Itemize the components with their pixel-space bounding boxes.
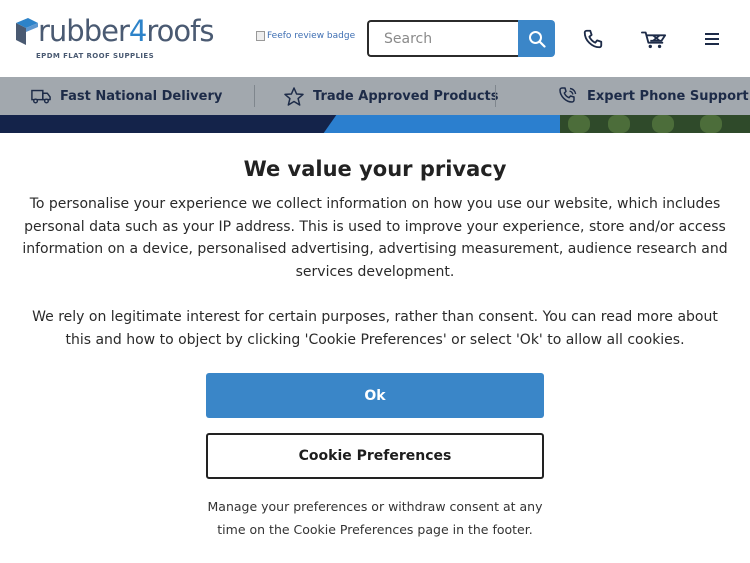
search-icon <box>528 30 546 48</box>
logo-name-part3: roofs <box>146 14 214 48</box>
usp-item-delivery: Fast National Delivery <box>31 77 222 115</box>
hero-blue-shape <box>323 115 597 133</box>
usp-label-support: Expert Phone Support <box>587 88 749 104</box>
hero-foliage-leaf <box>568 115 590 133</box>
menu-button[interactable] <box>700 27 724 51</box>
logo-name-part2: 4 <box>128 14 147 48</box>
logo-name-part1: rubber <box>38 14 130 48</box>
search-button[interactable] <box>518 20 555 57</box>
logo-box-icon <box>16 18 38 45</box>
site-logo[interactable]: rubber4roofs EPDM FLAT ROOF SUPPLIES <box>14 14 234 66</box>
logo-wordmark: rubber4roofs <box>38 14 214 48</box>
hero-foliage-leaf <box>700 115 722 133</box>
cart-button[interactable] <box>640 27 668 51</box>
feefo-badge-alt-text: Feefo review badge <box>267 31 356 41</box>
phone-icon <box>583 29 603 49</box>
broken-image-icon <box>256 31 265 41</box>
site-header: rubber4roofs EPDM FLAT ROOF SUPPLIES Fee… <box>0 0 750 77</box>
cookie-dialog-footer-note: Manage your preferences or withdraw cons… <box>207 499 543 537</box>
cookie-preferences-button[interactable]: Cookie Preferences <box>206 433 544 479</box>
search-input[interactable] <box>369 22 519 55</box>
cookie-dialog-title: We value your privacy <box>243 157 507 181</box>
cookie-dialog-paragraph-2: We rely on legitimate interest for certa… <box>32 309 718 348</box>
usp-label-delivery: Fast National Delivery <box>60 88 223 104</box>
cookie-ok-button[interactable]: Ok <box>206 373 544 418</box>
phone-support-icon <box>559 87 577 103</box>
star-icon <box>284 86 304 106</box>
usp-label-trade: Trade Approved Products <box>313 88 499 104</box>
usp-item-support: Expert Phone Support <box>558 77 749 115</box>
cookie-consent-dialog: We value your privacy To personalise you… <box>0 133 750 563</box>
hero-foliage <box>560 115 750 133</box>
search-box <box>367 20 519 57</box>
cart-icon <box>641 31 667 49</box>
cookie-dialog-paragraph-1: To personalise your experience we collec… <box>22 196 728 280</box>
usp-item-trade: Trade Approved Products <box>284 77 499 115</box>
delivery-truck-icon <box>31 89 51 104</box>
hero-banner-image <box>0 115 750 133</box>
menu-icon <box>705 33 719 45</box>
hero-foliage-leaf <box>608 115 630 133</box>
phone-button[interactable] <box>581 27 605 51</box>
usp-divider <box>254 85 255 107</box>
usp-divider <box>495 85 496 107</box>
hero-foliage-leaf <box>652 115 674 133</box>
usp-bar: Fast National Delivery Trade Approved Pr… <box>0 77 750 115</box>
feefo-review-badge[interactable]: Feefo review badge <box>256 31 355 41</box>
logo-tagline: EPDM FLAT ROOF SUPPLIES <box>36 52 155 60</box>
